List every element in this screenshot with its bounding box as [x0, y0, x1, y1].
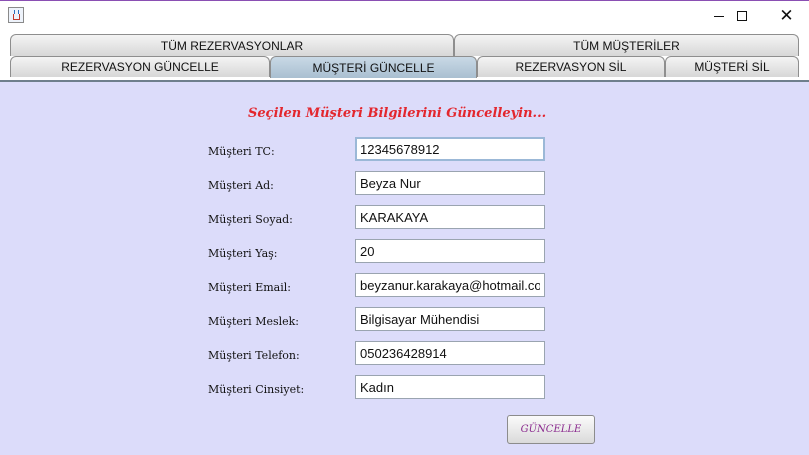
- label-customer-email: Müşteri Email:: [208, 281, 291, 294]
- close-icon: ✕: [779, 5, 794, 26]
- customer-occupation-input[interactable]: [355, 307, 545, 331]
- title-bar: ✕: [0, 0, 809, 30]
- tab-all-customers[interactable]: TÜM MÜŞTERİLER: [454, 34, 799, 56]
- customer-email-input[interactable]: [355, 273, 545, 297]
- label-customer-phone: Müşteri Telefon:: [208, 349, 300, 362]
- customer-name-input[interactable]: [355, 171, 545, 195]
- tab-update-reservation[interactable]: REZERVASYON GÜNCELLE: [10, 56, 270, 77]
- maximize-icon: [736, 11, 747, 21]
- update-button[interactable]: GÜNCELLE: [507, 415, 595, 444]
- java-app-icon: [8, 7, 24, 23]
- customer-surname-input[interactable]: [355, 205, 545, 229]
- tab-delete-customer[interactable]: MÜŞTERİ SİL: [665, 56, 799, 77]
- close-button[interactable]: ✕: [764, 1, 809, 31]
- customer-tc-input[interactable]: [355, 137, 545, 161]
- tab-delete-reservation[interactable]: REZERVASYON SİL: [477, 56, 665, 77]
- tab-bar: TÜM REZERVASYONLAR TÜM MÜŞTERİLER REZERV…: [0, 30, 809, 81]
- tab-update-customer[interactable]: MÜŞTERİ GÜNCELLE: [270, 56, 477, 78]
- maximize-button[interactable]: [719, 1, 764, 31]
- label-customer-surname: Müşteri Soyad:: [208, 213, 293, 226]
- customer-age-input[interactable]: [355, 239, 545, 263]
- label-customer-tc: Müşteri TC:: [208, 145, 275, 158]
- label-customer-gender: Müşteri Cinsiyet:: [208, 383, 305, 396]
- tab-all-reservations[interactable]: TÜM REZERVASYONLAR: [10, 34, 454, 56]
- customer-gender-input[interactable]: [355, 375, 545, 399]
- form-heading: Seçilen Müşteri Bilgilerini Güncelleyin.…: [248, 106, 547, 121]
- label-customer-occupation: Müşteri Meslek:: [208, 315, 300, 328]
- label-customer-age: Müşteri Yaş:: [208, 247, 278, 260]
- customer-phone-input[interactable]: [355, 341, 545, 365]
- label-customer-name: Müşteri Ad:: [208, 179, 274, 192]
